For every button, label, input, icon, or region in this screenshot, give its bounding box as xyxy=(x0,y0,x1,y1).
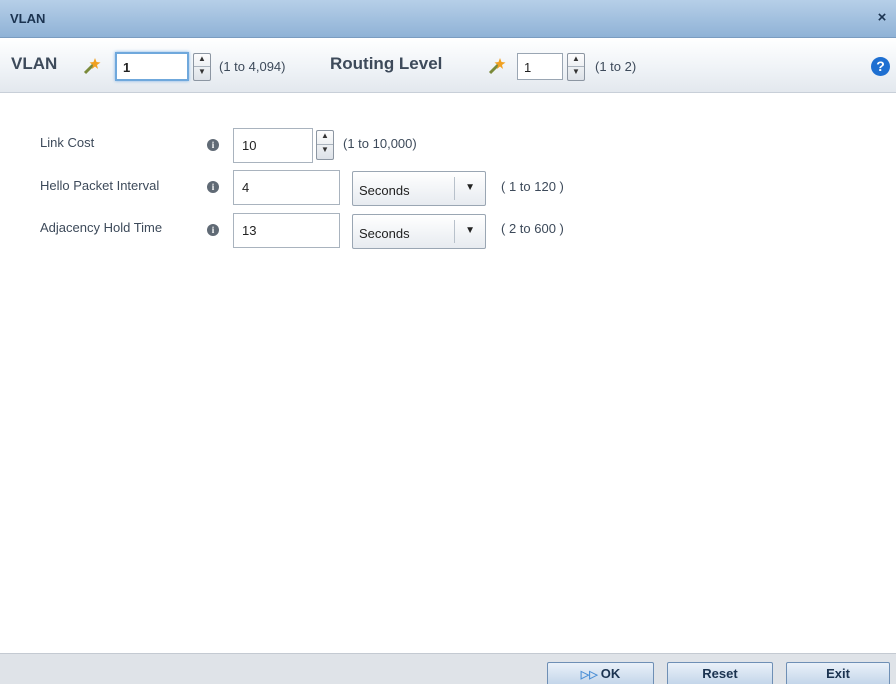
chevron-down-icon[interactable]: ▼ xyxy=(465,225,475,236)
chevron-down-icon[interactable]: ▼ xyxy=(465,182,475,193)
ok-arrow-icon: ▷▷ xyxy=(580,669,598,681)
vlan-toolbar: VLAN ▲ ▼ (1 to 4,094) Routing Level ▲ ▼ … xyxy=(0,38,896,93)
reset-button[interactable]: Reset xyxy=(667,662,773,684)
link-cost-range-hint: (1 to 10,000) xyxy=(343,136,417,151)
exit-button[interactable]: Exit xyxy=(786,662,890,684)
adjacency-hold-time-field[interactable] xyxy=(233,213,340,248)
vlan-dialog: VLAN × VLAN ▲ ▼ (1 to 4,094) Routing Lev… xyxy=(0,0,896,684)
routing-level-range-hint: (1 to 2) xyxy=(595,59,637,74)
select-value: Seconds xyxy=(359,226,410,241)
dialog-title: VLAN xyxy=(10,11,46,26)
link-cost-input[interactable] xyxy=(234,129,312,162)
spin-down-icon[interactable]: ▼ xyxy=(317,145,333,159)
link-cost-stepper[interactable]: ▲ ▼ xyxy=(316,130,334,160)
hello-packet-interval-input[interactable] xyxy=(234,171,339,204)
adjacency-hold-time-input[interactable] xyxy=(234,214,339,247)
link-cost-label: Link Cost xyxy=(40,135,95,150)
vlan-id-input[interactable] xyxy=(123,58,183,76)
override-wand-icon[interactable] xyxy=(487,56,507,76)
routing-level-label: Routing Level xyxy=(330,54,443,73)
help-icon[interactable]: ? xyxy=(871,57,890,76)
vlan-label: VLAN xyxy=(11,54,58,73)
vlan-id-field[interactable] xyxy=(115,52,189,81)
select-value: Seconds xyxy=(359,183,410,198)
close-icon[interactable]: × xyxy=(874,9,890,27)
vlan-id-stepper[interactable]: ▲ ▼ xyxy=(193,53,211,81)
link-cost-field[interactable] xyxy=(233,128,313,163)
adjacency-hold-time-unit-select[interactable]: Seconds ▼ xyxy=(352,214,486,249)
spin-down-icon[interactable]: ▼ xyxy=(568,67,584,80)
hello-packet-interval-unit-select[interactable]: Seconds ▼ xyxy=(352,171,486,206)
info-icon[interactable]: i xyxy=(207,224,219,236)
hello-packet-interval-range-hint: ( 1 to 120 ) xyxy=(501,179,564,194)
spin-down-icon[interactable]: ▼ xyxy=(194,67,210,80)
info-icon[interactable]: i xyxy=(207,181,219,193)
info-icon[interactable]: i xyxy=(207,139,219,151)
spin-up-icon[interactable]: ▲ xyxy=(317,131,333,145)
override-wand-icon[interactable] xyxy=(82,56,102,76)
routing-level-stepper[interactable]: ▲ ▼ xyxy=(567,53,585,81)
spin-up-icon[interactable]: ▲ xyxy=(568,54,584,67)
hello-packet-interval-field[interactable] xyxy=(233,170,340,205)
adjacency-hold-time-range-hint: ( 2 to 600 ) xyxy=(501,221,564,236)
ok-button[interactable]: ▷▷ OK xyxy=(547,662,654,684)
adjacency-hold-time-label: Adjacency Hold Time xyxy=(40,220,163,235)
dialog-footer: ▷▷ OK Reset Exit xyxy=(0,653,896,684)
title-bar: VLAN × xyxy=(0,0,896,38)
vlan-range-hint: (1 to 4,094) xyxy=(219,59,286,74)
routing-level-input[interactable] xyxy=(524,58,558,76)
spin-up-icon[interactable]: ▲ xyxy=(194,54,210,67)
hello-packet-interval-label: Hello Packet Interval xyxy=(40,178,160,193)
ok-button-label: OK xyxy=(600,666,621,681)
routing-level-field[interactable] xyxy=(517,53,563,80)
